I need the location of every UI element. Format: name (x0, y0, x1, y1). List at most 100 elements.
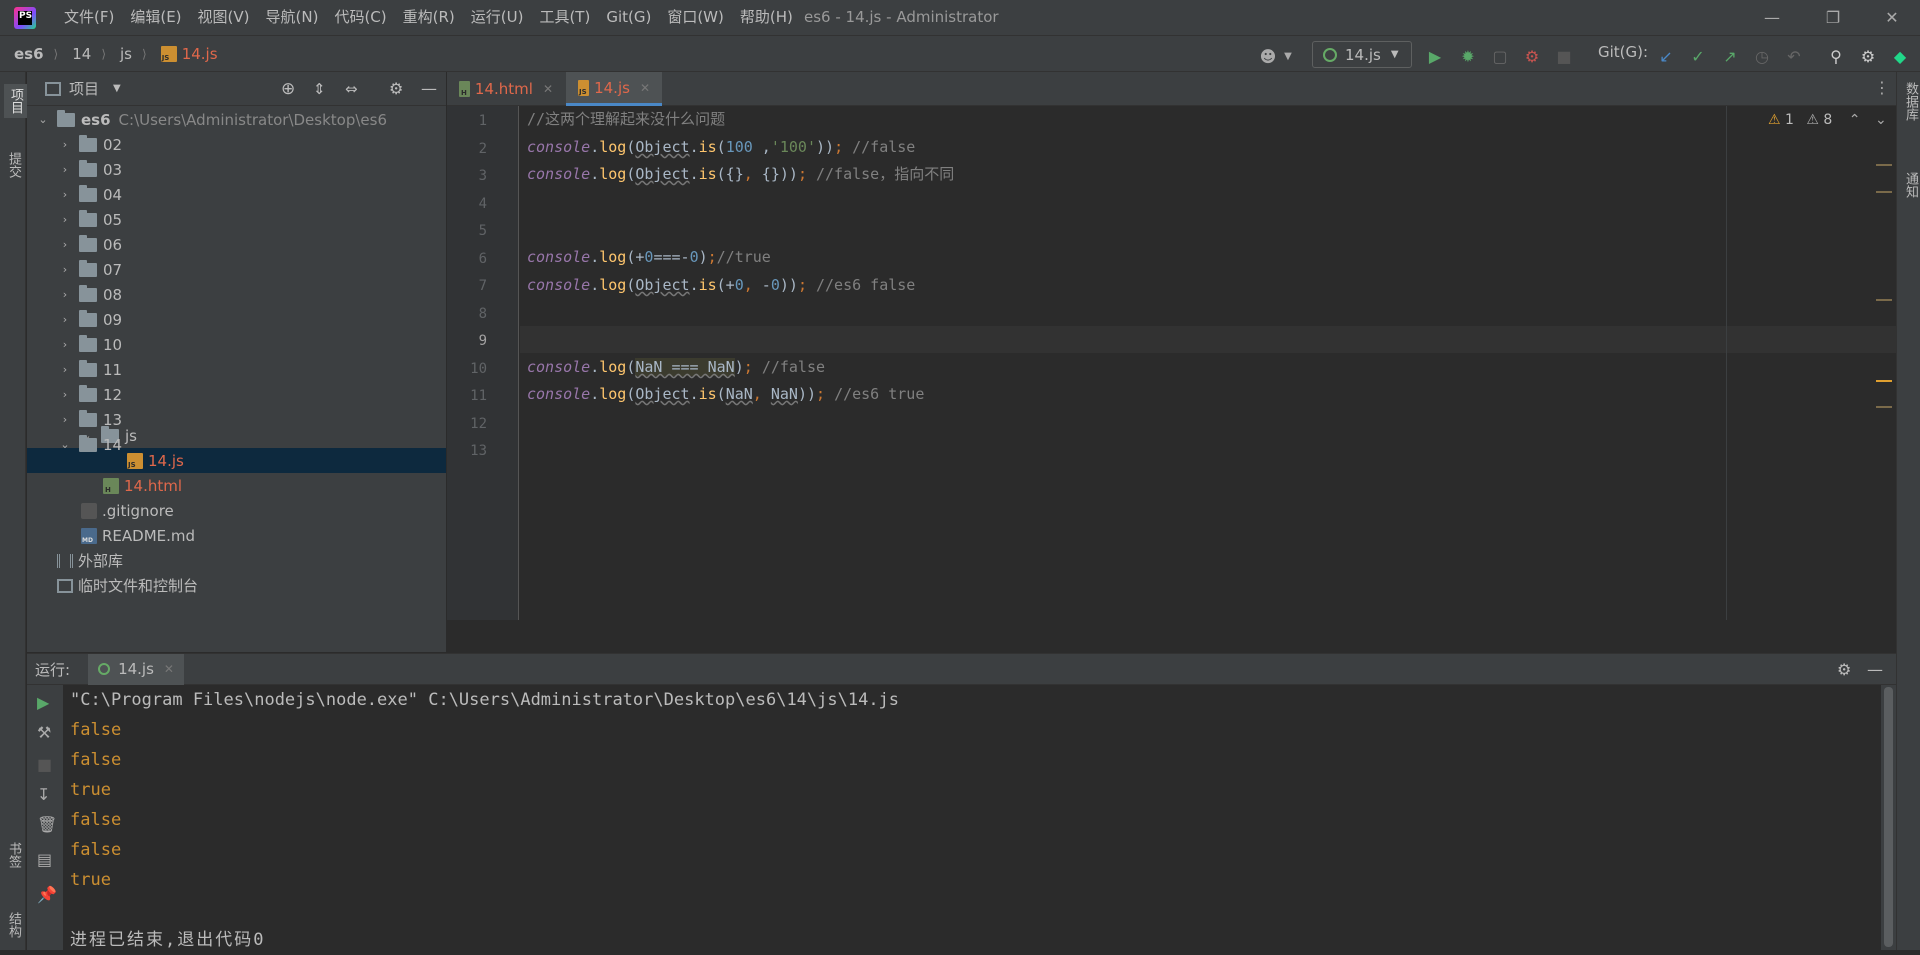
tree-folder-09[interactable]: › 09 (27, 307, 446, 332)
project-view-icon (45, 81, 61, 96)
tab-14-js[interactable]: 14.js ✕ (566, 72, 662, 106)
run-config-selector[interactable]: 14.js ▼ (1312, 41, 1412, 68)
chevron-up-icon[interactable]: ⌃ (1849, 112, 1861, 128)
console-output[interactable]: "C:\Program Files\nodejs\node.exe" C:\Us… (63, 685, 1881, 950)
tree-file-html[interactable]: 14.html (27, 473, 446, 498)
trash-icon[interactable]: 🗑 (37, 815, 57, 834)
menu-git[interactable]: Git(G) (598, 0, 659, 35)
tree-folder-04[interactable]: › 04 (27, 182, 446, 207)
error-stripe-mark[interactable] (1876, 380, 1892, 382)
menu-code[interactable]: 代码(C) (326, 0, 394, 35)
hide-icon[interactable]: — (421, 79, 437, 98)
run-icon[interactable]: ▶ (1425, 46, 1445, 66)
settings-icon[interactable]: ⚙ (1858, 46, 1878, 66)
notifications-tool-tab[interactable]: 通知 (1901, 172, 1920, 198)
menu-file[interactable]: 文件(F) (56, 0, 122, 35)
pin-icon[interactable]: 📌 (37, 885, 57, 904)
breadcrumb-es6[interactable]: es6 ⟩ (14, 45, 58, 63)
gear-icon[interactable]: ⚙ (389, 79, 403, 98)
breadcrumb-js[interactable]: js ⟩ (120, 45, 147, 63)
menu-tools[interactable]: 工具(T) (531, 0, 598, 35)
stop-icon[interactable]: ■ (37, 755, 52, 774)
history-icon[interactable]: ◷ (1752, 46, 1772, 66)
tree-folder-07[interactable]: › 07 (27, 257, 446, 282)
scroll-to-end-icon[interactable]: ↧ (37, 785, 50, 804)
menu-window[interactable]: 窗口(W) (659, 0, 732, 35)
expand-all-icon[interactable]: ⇕ (313, 80, 326, 98)
console-scrollbar[interactable] (1881, 685, 1896, 950)
tree-folder-06[interactable]: › 06 (27, 232, 446, 257)
run-tab[interactable]: 14.js ✕ (88, 653, 184, 685)
breadcrumb-14[interactable]: 14 ⟩ (72, 45, 106, 63)
minimize-button[interactable]: — (1744, 0, 1800, 35)
rerun-icon[interactable]: ▶ (37, 693, 49, 712)
debug-icon[interactable]: ✹ (1458, 46, 1478, 66)
tab-14-html[interactable]: 14.html ✕ (447, 72, 565, 106)
rollback-icon[interactable]: ↶ (1784, 46, 1804, 66)
tree-external-libraries[interactable]: 外部库 (27, 548, 446, 573)
commit-tool-tab[interactable]: 提交 (4, 152, 23, 178)
close-tab-icon[interactable]: ✕ (543, 82, 553, 96)
tree-folder-05[interactable]: › 05 (27, 207, 446, 232)
project-tool-tab[interactable]: 项目 (4, 84, 27, 118)
git-push-icon[interactable]: ↗ (1720, 46, 1740, 66)
tree-folder-03[interactable]: › 03 (27, 157, 446, 182)
chevron-down-icon[interactable]: ▼ (113, 83, 121, 94)
menu-run[interactable]: 运行(U) (463, 0, 532, 35)
profile-icon[interactable]: ⚙ (1522, 46, 1542, 66)
tree-folder-08[interactable]: › 08 (27, 282, 446, 307)
close-button[interactable]: ✕ (1864, 0, 1920, 35)
tree-scratches[interactable]: 临时文件和控制台 (27, 573, 446, 598)
menu-navigate[interactable]: 导航(N) (258, 0, 327, 35)
close-tab-icon[interactable]: ✕ (640, 81, 650, 95)
menu-edit[interactable]: 编辑(E) (122, 0, 189, 35)
tree-folder-02[interactable]: › 02 (27, 132, 446, 157)
scrollbar-thumb[interactable] (1884, 687, 1893, 947)
layout-icon[interactable]: ▤ (37, 850, 52, 869)
database-tool-tab[interactable]: 数据库 (1901, 82, 1920, 121)
close-tab-icon[interactable]: ✕ (164, 662, 174, 676)
code-editor[interactable]: //这两个理解起来没什么问题 console.log(Object.is(100… (520, 106, 1896, 620)
search-icon[interactable]: ⚲ (1826, 46, 1846, 66)
tree-file-readme[interactable]: README.md (27, 523, 446, 548)
tree-folder-11[interactable]: › 11 (27, 357, 446, 382)
tree-folder-12[interactable]: › 12 (27, 382, 446, 407)
folder-icon (79, 184, 97, 202)
error-stripe-mark[interactable] (1876, 406, 1892, 408)
error-stripe-mark[interactable] (1876, 164, 1892, 166)
hide-icon[interactable]: — (1867, 660, 1883, 679)
coverage-icon[interactable]: ▢ (1490, 46, 1510, 66)
collapse-all-icon[interactable]: ⇔ (345, 80, 358, 98)
error-stripe-mark[interactable] (1876, 299, 1892, 301)
locate-icon[interactable]: ⊕ (281, 79, 295, 99)
code-with-me-icon[interactable]: ◆ (1890, 46, 1910, 66)
chevron-down-icon[interactable]: ⌄ (1875, 112, 1887, 128)
menu-help[interactable]: 帮助(H) (732, 0, 801, 35)
more-tabs-icon[interactable]: ⋮ (1874, 78, 1890, 97)
code-line-11: console.log(Object.is(NaN, NaN)); //es6 … (527, 385, 925, 403)
breadcrumb-file[interactable]: 14.js (160, 45, 218, 63)
bookmarks-tool-tab[interactable]: 书签 (4, 842, 23, 868)
wrench-icon[interactable]: ⚒ (37, 723, 51, 742)
chevron-right-icon: › (62, 388, 68, 401)
tree-folder-10[interactable]: › 10 (27, 332, 446, 357)
console-output-line: false (70, 720, 122, 740)
git-commit-icon[interactable]: ✓ (1688, 46, 1708, 66)
gear-icon[interactable]: ⚙ (1837, 660, 1851, 679)
tree-root[interactable]: ⌄ es6 C:\Users\Administrator\Desktop\es6 (27, 107, 446, 132)
git-update-icon[interactable]: ↙ (1656, 46, 1676, 66)
folder-icon (79, 384, 97, 402)
error-stripe-mark[interactable] (1876, 191, 1892, 193)
tree-file-gitignore[interactable]: .gitignore (27, 498, 446, 523)
user-icon[interactable]: ☻ (1258, 46, 1278, 66)
tree-folder-14[interactable]: ⌄ 14 (27, 432, 446, 457)
stop-icon[interactable]: ■ (1554, 46, 1574, 66)
restore-button[interactable]: ❐ (1805, 0, 1861, 35)
inspection-widget[interactable]: ⚠ 1 ⚠ 8 ⌃ ⌄ (1768, 112, 1887, 128)
line-number: 5 (478, 223, 487, 239)
tree-folder-13[interactable]: › 13 (27, 407, 446, 432)
menu-view[interactable]: 视图(V) (190, 0, 258, 35)
menu-refactor[interactable]: 重构(R) (395, 0, 463, 35)
structure-tool-tab[interactable]: 结构 (4, 912, 23, 938)
project-title[interactable]: 项目 (69, 78, 99, 99)
